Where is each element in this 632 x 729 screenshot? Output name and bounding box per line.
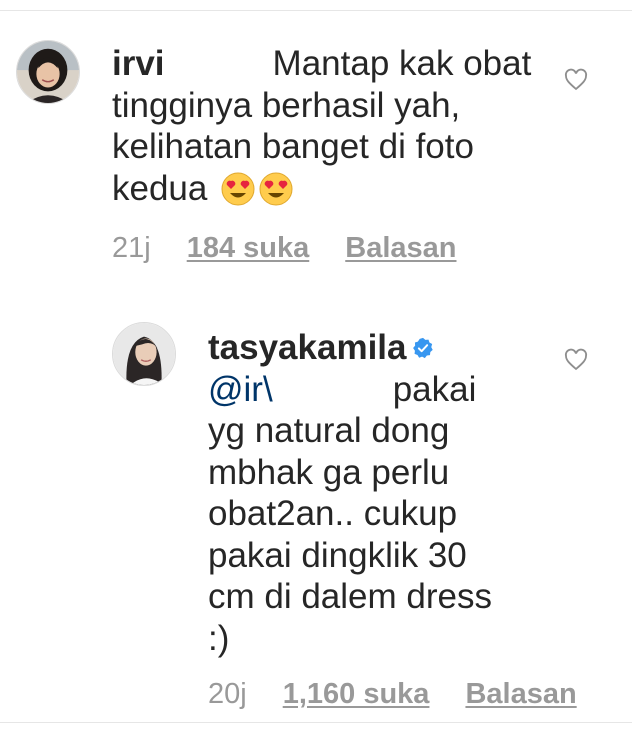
comment-time: 21j — [112, 232, 151, 264]
avatar-tasyakamila-image — [113, 323, 175, 385]
comment-username[interactable]: irvi — [112, 44, 165, 83]
reply-button[interactable]: Balasan — [345, 232, 456, 264]
like-heart-icon[interactable] — [564, 348, 588, 372]
likes-count-link[interactable]: 1,160 suka — [283, 678, 430, 710]
comment-body: pakai yg natural dong mbhak ga perlu oba… — [208, 369, 492, 658]
bottom-divider — [0, 722, 632, 723]
heart-eyes-emoji-icon — [221, 172, 255, 206]
comment-time: 20j — [208, 678, 247, 710]
avatar-irvi-image — [17, 41, 79, 103]
verified-badge-icon — [412, 337, 434, 359]
avatar[interactable] — [16, 40, 80, 104]
comment-body: Mantap kak obat tingginya berhasil yah, … — [112, 44, 532, 208]
comment-meta: 21j 184 suka Balasan — [112, 232, 492, 265]
heart-eyes-emoji-icon — [259, 172, 293, 206]
reply-button[interactable]: Balasan — [465, 678, 576, 710]
avatar[interactable] — [112, 322, 176, 386]
likes-count-link[interactable]: 184 suka — [187, 232, 310, 264]
comment-meta: 20j 1,160 suka Balasan — [208, 678, 613, 711]
top-divider — [0, 10, 632, 11]
like-heart-icon[interactable] — [564, 68, 588, 92]
comment-tasyakamila: tasyakamila @ir\ pakai yg natural dong mb… — [208, 327, 508, 659]
comment-irvi: irvi Mantap kak obat tingginya berhasil y… — [112, 43, 532, 209]
mention-link[interactable]: @ir\ — [208, 370, 273, 409]
comment-username[interactable]: tasyakamila — [208, 328, 406, 367]
